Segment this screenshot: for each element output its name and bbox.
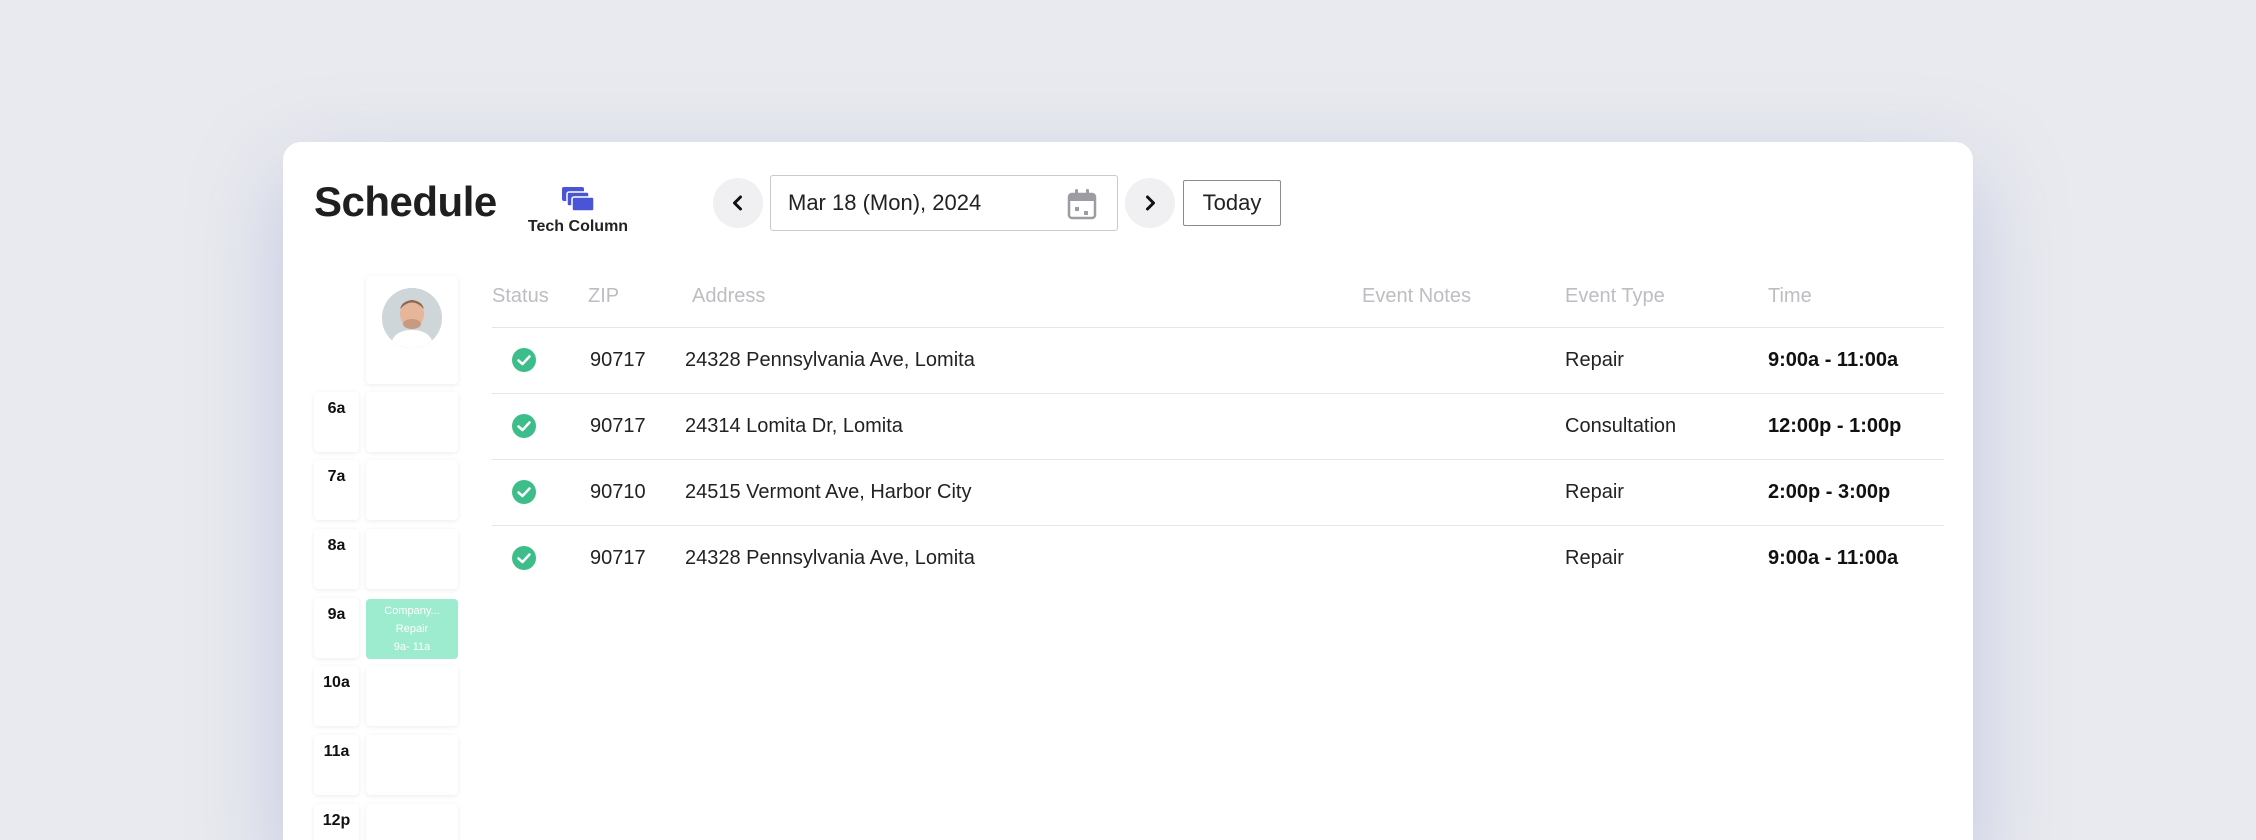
- table-divider: [492, 327, 1944, 328]
- schedule-event-block[interactable]: Company... Repair 9a- 11a: [366, 599, 458, 659]
- hour-label: 7a: [314, 460, 359, 520]
- event-type: Repair: [395, 623, 429, 635]
- cell-time: 9:00a - 11:00a: [1768, 547, 1899, 569]
- hour-label: 9a: [314, 598, 359, 658]
- cell-zip: 90717: [590, 349, 646, 371]
- cell-event-type: Repair: [1565, 547, 1624, 569]
- stacked-cards-icon: [562, 187, 595, 212]
- calendar-icon[interactable]: [1067, 188, 1097, 220]
- chevron-left-icon: [733, 195, 742, 211]
- time-slot-7a[interactable]: [366, 460, 458, 520]
- cell-address: 24515 Vermont Ave, Harbor City: [685, 481, 972, 503]
- hour-label: 10a: [314, 666, 359, 726]
- table-divider: [492, 393, 1944, 394]
- next-day-button[interactable]: [1125, 178, 1175, 228]
- event-time: 9a- 11a: [393, 641, 431, 653]
- cell-event-type: Consultation: [1565, 415, 1677, 437]
- date-value: Mar 18 (Mon), 2024: [788, 190, 982, 215]
- hour-label: 8a: [314, 529, 359, 589]
- cell-time: 2:00p - 3:00p: [1768, 481, 1891, 503]
- chevron-right-icon: [1146, 195, 1155, 211]
- time-slot-8a[interactable]: [366, 529, 458, 589]
- cell-event-type: Repair: [1565, 349, 1624, 371]
- cell-address: 24328 Pennsylvania Ave, Lomita: [685, 349, 975, 371]
- today-button[interactable]: Today: [1183, 180, 1281, 226]
- event-company: Company...: [384, 605, 440, 617]
- time-slot-11a[interactable]: [366, 735, 458, 795]
- hour-label: 12p: [314, 804, 359, 840]
- cell-time: 9:00a - 11:00a: [1768, 349, 1899, 371]
- column-header-status[interactable]: Status: [492, 285, 549, 308]
- hour-label: 6a: [314, 392, 359, 452]
- cell-zip: 90717: [590, 415, 646, 437]
- column-header-zip[interactable]: ZIP: [588, 285, 619, 308]
- technician-header: [366, 276, 458, 384]
- time-slot-6a[interactable]: [366, 392, 458, 452]
- tech-column-toggle[interactable]: Tech Column: [523, 186, 633, 236]
- check-circle-icon: [512, 414, 536, 438]
- tech-column-label: Tech Column: [527, 218, 629, 235]
- cell-zip: 90717: [590, 547, 646, 569]
- time-slot-12p[interactable]: [366, 804, 458, 840]
- cell-event-type: Repair: [1565, 481, 1624, 503]
- cell-address: 24314 Lomita Dr, Lomita: [685, 415, 903, 437]
- person-photo-icon: [382, 288, 442, 348]
- table-divider: [492, 459, 1944, 460]
- cell-zip: 90710: [590, 481, 646, 503]
- cell-time: 12:00p - 1:00p: [1768, 415, 1902, 437]
- column-header-time[interactable]: Time: [1768, 285, 1812, 308]
- technician-avatar[interactable]: [382, 288, 442, 348]
- prev-day-button[interactable]: [713, 178, 763, 228]
- table-divider: [492, 525, 1944, 526]
- time-slot-10a[interactable]: [366, 666, 458, 726]
- column-header-event-type[interactable]: Event Type: [1565, 285, 1665, 308]
- date-picker-field[interactable]: Mar 18 (Mon), 2024: [770, 175, 1118, 231]
- column-header-address[interactable]: Address: [692, 285, 765, 308]
- schedule-card: Schedule Tech Column Mar 18 (Mon), 2024 …: [283, 142, 1973, 840]
- check-circle-icon: [512, 480, 536, 504]
- cell-address: 24328 Pennsylvania Ave, Lomita: [685, 547, 975, 569]
- page-title: Schedule: [314, 178, 497, 225]
- hour-label: 11a: [314, 735, 359, 795]
- check-circle-icon: [512, 546, 536, 570]
- check-circle-icon: [512, 348, 536, 372]
- column-header-event-notes[interactable]: Event Notes: [1362, 285, 1471, 308]
